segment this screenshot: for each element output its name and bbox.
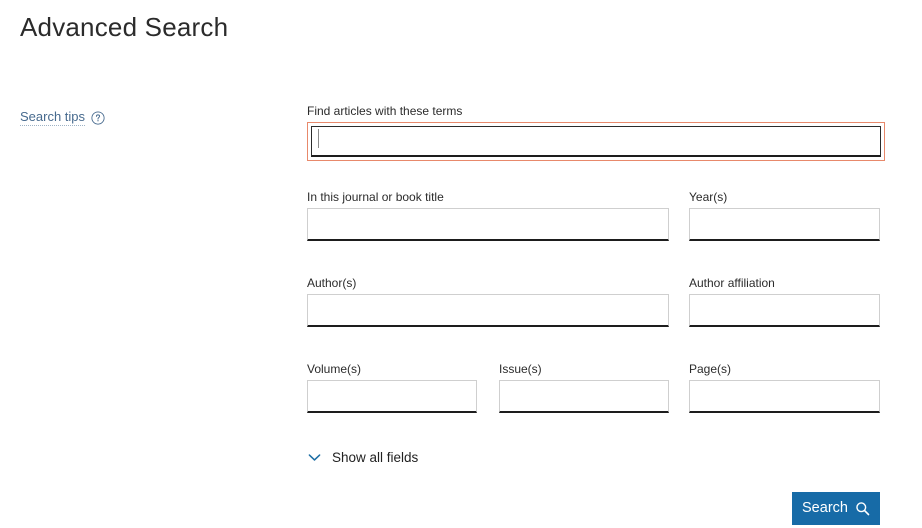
field-journal-title: In this journal or book title: [307, 190, 669, 241]
field-label: Page(s): [689, 362, 732, 376]
text-caret: [318, 129, 319, 148]
field-volumes: Volume(s): [307, 362, 477, 413]
page-title: Advanced Search: [20, 12, 229, 42]
form-row-terms: Find articles with these terms: [307, 104, 885, 190]
search-tips-link[interactable]: Search tips: [20, 109, 105, 126]
form-row-author-affiliation: Author(s) Author affiliation: [307, 276, 885, 362]
magnifier-icon: [855, 501, 870, 516]
field-label: Find articles with these terms: [307, 104, 463, 118]
field-author-affiliation: Author affiliation: [689, 276, 880, 327]
advanced-search-page: Advanced Search Search tips Find article…: [0, 0, 922, 528]
field-label: In this journal or book title: [307, 190, 444, 204]
show-all-fields-label: Show all fields: [332, 449, 419, 465]
years-input[interactable]: [689, 208, 880, 241]
field-authors: Author(s): [307, 276, 669, 327]
search-terms-input[interactable]: [311, 126, 881, 157]
field-find-terms: Find articles with these terms: [307, 104, 885, 161]
authors-input[interactable]: [307, 294, 669, 327]
volumes-input[interactable]: [307, 380, 477, 413]
search-tips-label: Search tips: [20, 109, 86, 126]
field-label: Volume(s): [307, 362, 362, 376]
question-circle-icon: [91, 110, 105, 125]
issues-input[interactable]: [499, 380, 669, 413]
pages-input[interactable]: [689, 380, 880, 413]
field-label: Issue(s): [499, 362, 542, 376]
form-row-journal-year: In this journal or book title Year(s): [307, 190, 885, 276]
focus-ring: [307, 122, 885, 161]
journal-title-input[interactable]: [307, 208, 669, 241]
search-button-label: Search: [802, 500, 848, 516]
author-affiliation-input[interactable]: [689, 294, 880, 327]
field-years: Year(s): [689, 190, 880, 241]
field-label: Year(s): [689, 190, 728, 204]
show-all-fields-toggle[interactable]: Show all fields: [306, 449, 418, 466]
advanced-search-form: Find articles with these terms In this j…: [307, 104, 885, 432]
field-pages: Page(s): [689, 362, 880, 413]
field-label: Author affiliation: [689, 276, 775, 290]
field-label: Author(s): [307, 276, 357, 290]
field-issues: Issue(s): [499, 362, 669, 413]
form-row-volume-issue-page: Volume(s) Issue(s) Page(s): [307, 362, 885, 432]
search-button[interactable]: Search: [792, 492, 880, 525]
chevron-down-icon: [306, 449, 323, 466]
